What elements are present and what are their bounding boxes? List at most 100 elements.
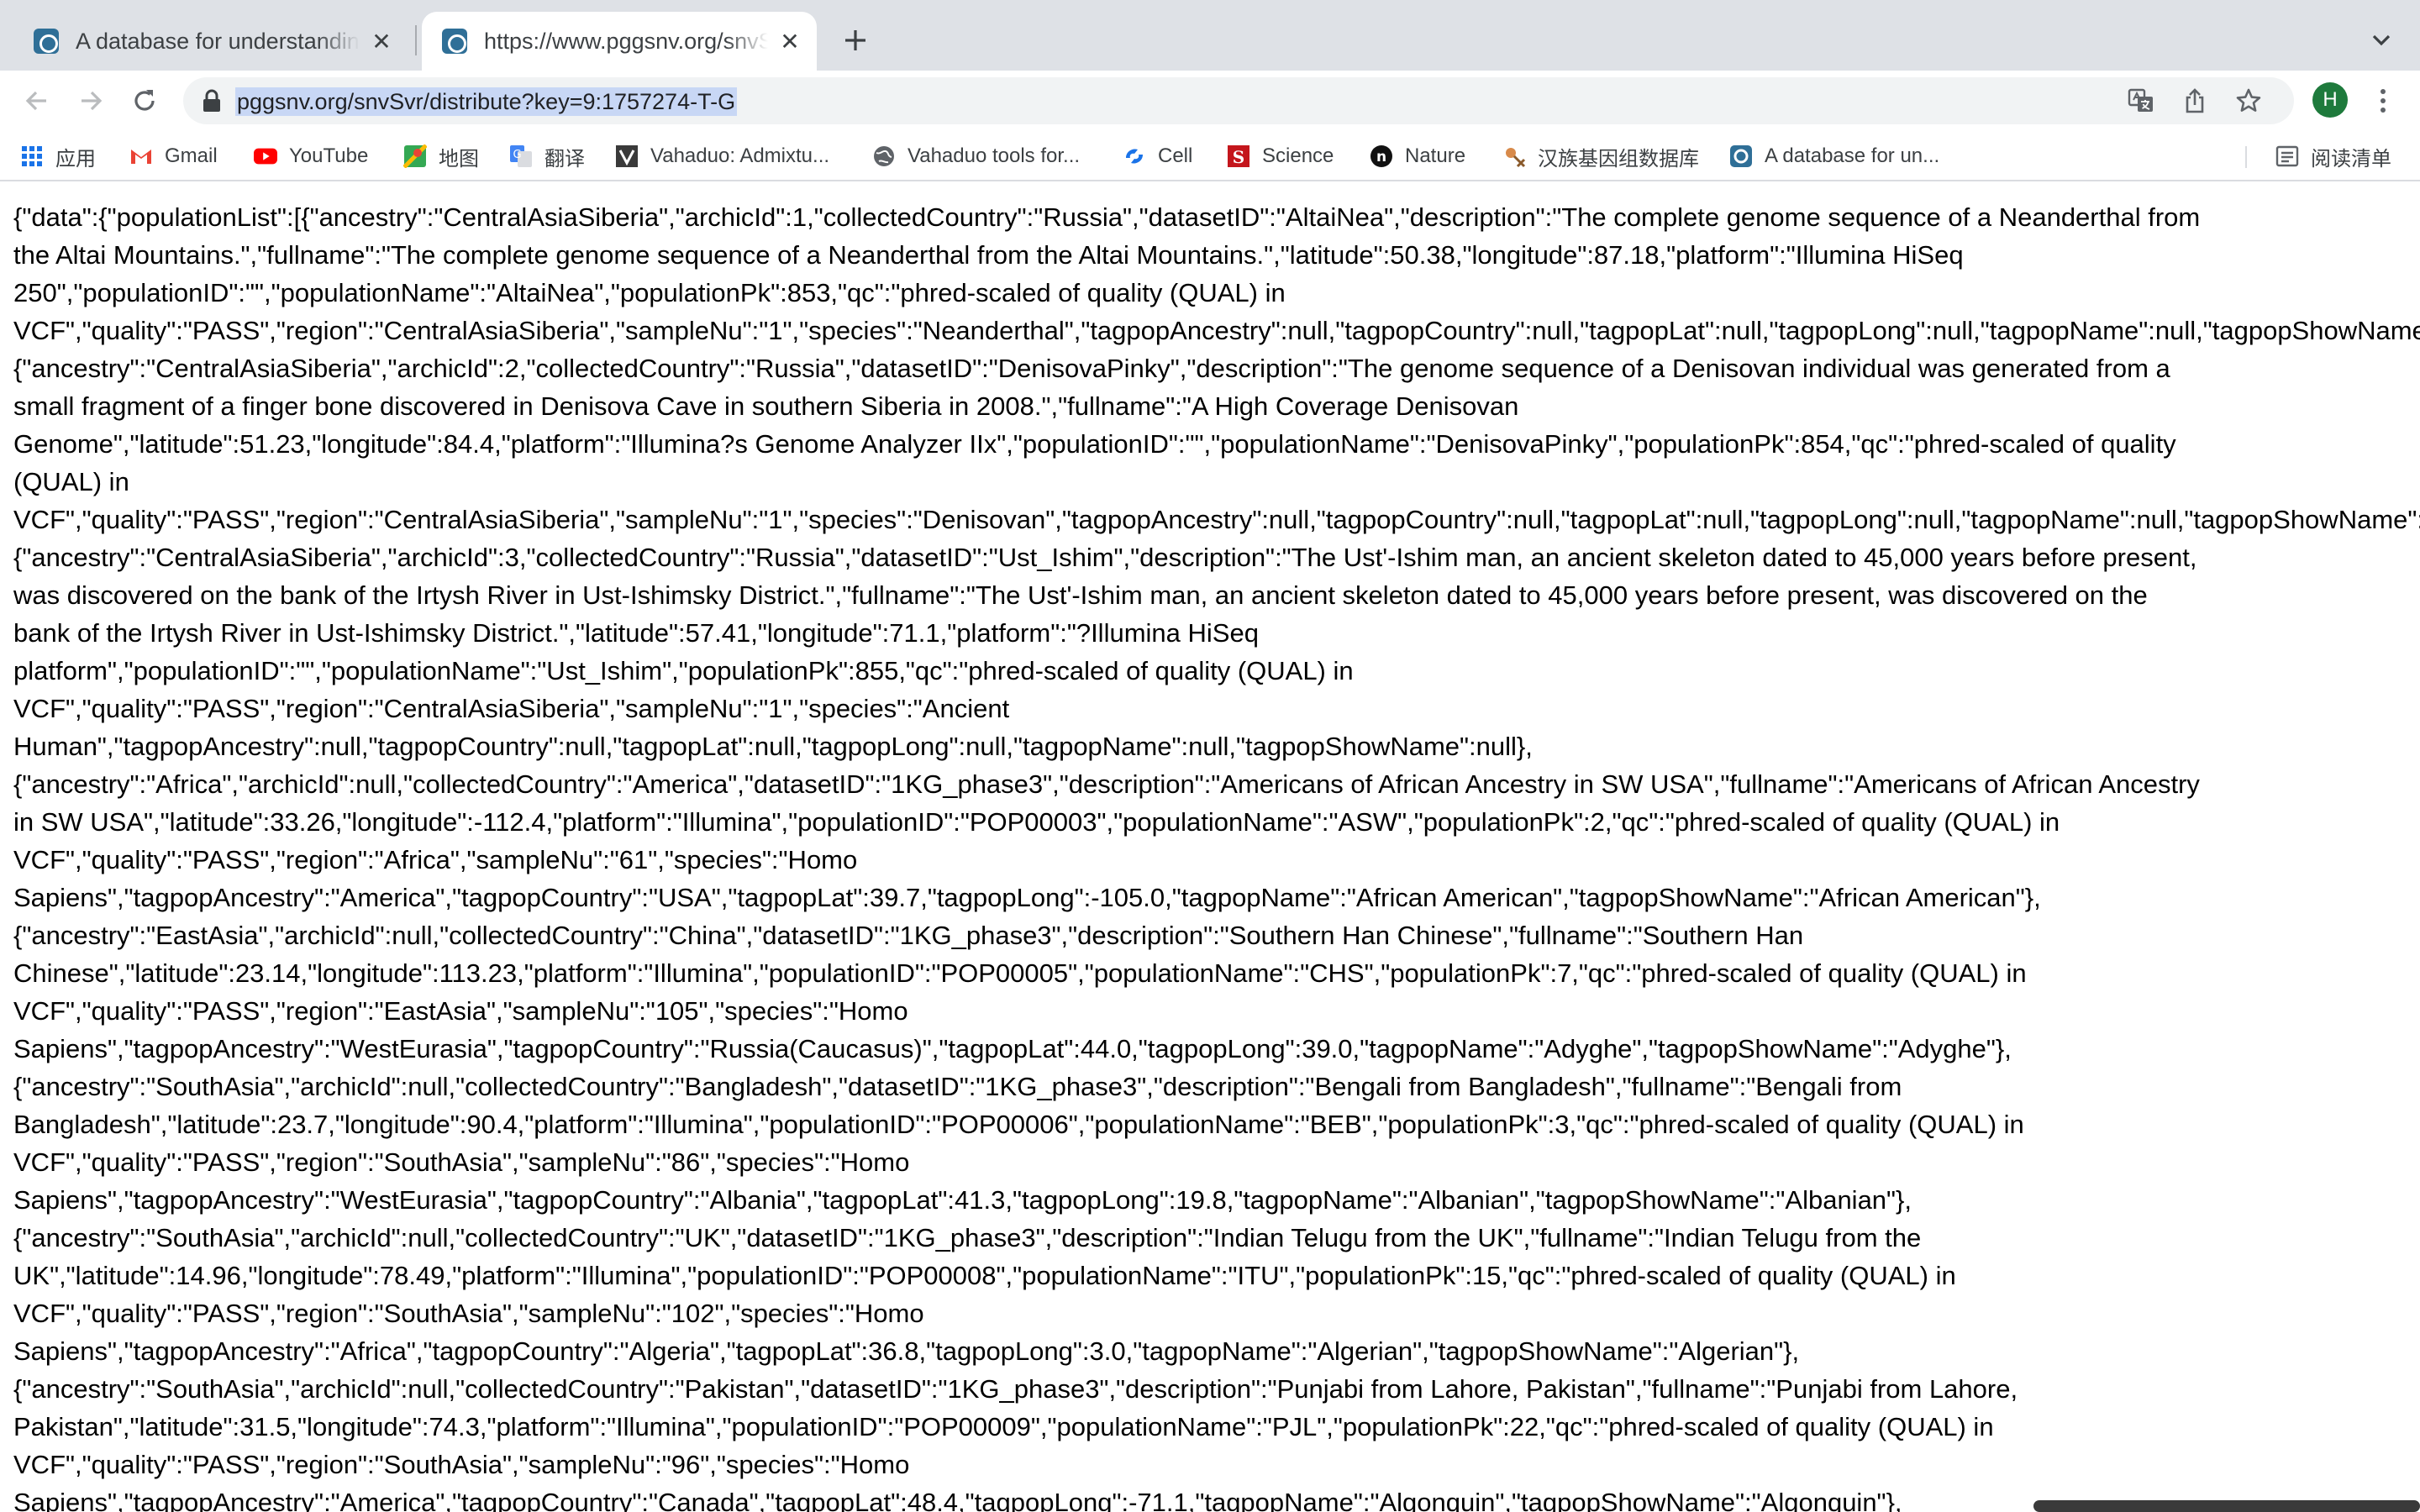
browser-toolbar: pggsnv.org/snvSvr/distribute?key=9:17572… xyxy=(0,71,2420,131)
json-line: VCF","quality":"PASS","region":"Africa",… xyxy=(13,845,858,874)
lock-icon[interactable] xyxy=(202,89,222,113)
json-line: Human","tagpopAncestry":null,"tagpopCoun… xyxy=(13,732,1533,761)
arrow-left-icon xyxy=(25,91,46,111)
gmail-icon xyxy=(129,144,153,168)
bookmark-vahaduo-admixture[interactable]: Vahaduo: Admixtu... xyxy=(615,141,829,171)
bookmarks-bar: 应用 Gmail YouTube 地图 G 翻译 Vahaduo: Admixt… xyxy=(0,131,2420,181)
json-line: Chinese","latitude":23.14,"longitude":11… xyxy=(13,958,2027,988)
vahaduo-icon xyxy=(615,144,639,168)
json-line: 250","populationID":"","populationName":… xyxy=(13,278,1286,307)
bookmark-han-genome[interactable]: 汉族基因组数据库 xyxy=(1502,141,1699,171)
tab-divider xyxy=(415,25,417,55)
json-line: Genome","latitude":51.23,"longitude":84.… xyxy=(13,429,2176,459)
bookmark-label: A database for un... xyxy=(1765,144,1940,167)
json-line: bank of the Irtysh River in Ust-Ishimsky… xyxy=(13,618,1259,648)
bookmark-maps[interactable]: 地图 xyxy=(403,141,479,171)
bookmark-apps[interactable]: 应用 xyxy=(20,141,96,171)
pggsnv-icon xyxy=(1729,144,1753,168)
globe-icon xyxy=(872,144,896,168)
chevron-down-icon xyxy=(2372,34,2391,46)
tab-title: https://www.pggsnv.org/snvSvr/distribute… xyxy=(484,28,768,54)
reload-button[interactable] xyxy=(126,82,163,119)
bookmark-translate[interactable]: G 翻译 xyxy=(509,141,585,171)
translate-icon xyxy=(2128,88,2153,112)
menu-dot xyxy=(2381,98,2386,103)
bookmark-label: Cell xyxy=(1158,144,1193,167)
json-line: was discovered on the bank of the Irtysh… xyxy=(13,580,2148,610)
json-line: UK","latitude":14.96,"longitude":78.49,"… xyxy=(13,1261,1956,1290)
json-text[interactable]: {"data":{"populationList":[{"ancestry":"… xyxy=(13,198,2420,1512)
cell-icon xyxy=(1123,144,1146,168)
svg-text:n: n xyxy=(1376,149,1386,165)
pggsnv-favicon-icon xyxy=(34,29,59,54)
json-line: {"ancestry":"SouthAsia","archicId":null,… xyxy=(13,1223,1922,1252)
bookmark-label: 汉族基因组数据库 xyxy=(1538,147,1699,171)
bookmark-gmail[interactable]: Gmail xyxy=(129,141,218,171)
youtube-icon xyxy=(254,144,277,168)
bookmark-cell[interactable]: Cell xyxy=(1123,141,1192,171)
json-line: {"ancestry":"Africa","archicId":null,"co… xyxy=(13,769,2200,799)
url-text[interactable]: pggsnv.org/snvSvr/distribute?key=9:17572… xyxy=(235,87,738,116)
arrow-right-icon xyxy=(82,91,103,111)
json-line: Bangladesh","latitude":23.7,"longitude":… xyxy=(13,1110,2024,1139)
json-line: {"ancestry":"SouthAsia","archicId":null,… xyxy=(13,1374,2018,1404)
json-line: Sapiens","tagpopAncestry":"WestEurasia",… xyxy=(13,1185,1912,1215)
reading-list-button[interactable]: 阅读清单 xyxy=(2275,141,2391,171)
bookmark-label: Science xyxy=(1262,144,1334,167)
bookmark-label: 地图 xyxy=(439,147,479,171)
reading-list-icon xyxy=(2275,144,2299,168)
close-icon[interactable]: ✕ xyxy=(366,26,397,56)
json-line: VCF","quality":"PASS","region":"SouthAsi… xyxy=(13,1299,924,1328)
apps-grid-icon xyxy=(20,144,44,168)
bookmark-vahaduo-tools[interactable]: Vahaduo tools for... xyxy=(872,141,1080,171)
json-line: {"ancestry":"CentralAsiaSiberia","archic… xyxy=(13,543,2197,572)
json-line: Sapiens","tagpopAncestry":"America","tag… xyxy=(13,883,2041,912)
json-line: VCF","quality":"PASS","region":"CentralA… xyxy=(13,505,2420,534)
json-line: VCF","quality":"PASS","region":"SouthAsi… xyxy=(13,1450,910,1479)
json-line: VCF","quality":"PASS","region":"CentralA… xyxy=(13,694,1010,723)
forward-button[interactable] xyxy=(72,82,109,119)
bookmark-label: YouTube xyxy=(289,144,369,167)
tab-title: A database for understanding genetic var… xyxy=(76,28,360,54)
bookmark-star-button[interactable] xyxy=(2233,86,2264,116)
json-line: Sapiens","tagpopAncestry":"Africa","tagp… xyxy=(13,1336,1800,1366)
menu-dot xyxy=(2381,89,2386,94)
science-icon: S xyxy=(1227,144,1250,168)
json-line: {"ancestry":"SouthAsia","archicId":null,… xyxy=(13,1072,1902,1101)
menu-dot xyxy=(2381,108,2386,113)
back-button[interactable] xyxy=(18,82,55,119)
bookmark-science[interactable]: S Science xyxy=(1227,141,1334,171)
svg-text:S: S xyxy=(1233,147,1244,167)
bookmark-pggsnv[interactable]: A database for un... xyxy=(1729,141,1939,171)
share-icon xyxy=(2186,88,2204,113)
profile-avatar[interactable]: H xyxy=(2312,82,2348,118)
bookmark-youtube[interactable]: YouTube xyxy=(254,141,368,171)
pggsnv-favicon-icon xyxy=(442,29,467,54)
plus-icon xyxy=(845,30,865,50)
bookmark-label: Vahaduo: Admixtu... xyxy=(650,144,830,167)
bookmark-label: Gmail xyxy=(165,144,218,167)
json-line: (QUAL) in xyxy=(13,467,129,496)
browser-menu-button[interactable] xyxy=(2366,82,2400,119)
json-line: small fragment of a finger bone discover… xyxy=(13,391,1519,421)
share-button[interactable] xyxy=(2180,86,2210,116)
address-bar[interactable]: pggsnv.org/snvSvr/distribute?key=9:17572… xyxy=(183,77,2294,124)
json-line: Sapiens","tagpopAncestry":"WestEurasia",… xyxy=(13,1034,2012,1063)
translate-icon: G xyxy=(509,144,533,168)
bookmark-label: Vahaduo tools for... xyxy=(908,144,1081,167)
json-line: {"data":{"populationList":[{"ancestry":"… xyxy=(13,202,2201,232)
tab-search-button[interactable] xyxy=(2365,24,2398,57)
han-genome-icon xyxy=(1502,144,1526,168)
horizontal-scrollbar[interactable] xyxy=(2033,1500,2420,1512)
svg-text:G: G xyxy=(513,149,521,161)
bookmark-label: Nature xyxy=(1405,144,1466,167)
new-tab-button[interactable] xyxy=(837,22,874,59)
reload-icon xyxy=(134,90,155,111)
close-icon[interactable]: ✕ xyxy=(775,26,805,56)
translate-page-button[interactable] xyxy=(2126,86,2156,116)
tab-distribute-json[interactable]: https://www.pggsnv.org/snvSvr/distribute… xyxy=(422,12,817,71)
tab-database[interactable]: A database for understanding genetic var… xyxy=(13,12,408,71)
json-line: VCF","quality":"PASS","region":"EastAsia… xyxy=(13,996,908,1026)
bookmark-nature[interactable]: n Nature xyxy=(1370,141,1465,171)
star-icon xyxy=(2236,88,2261,112)
